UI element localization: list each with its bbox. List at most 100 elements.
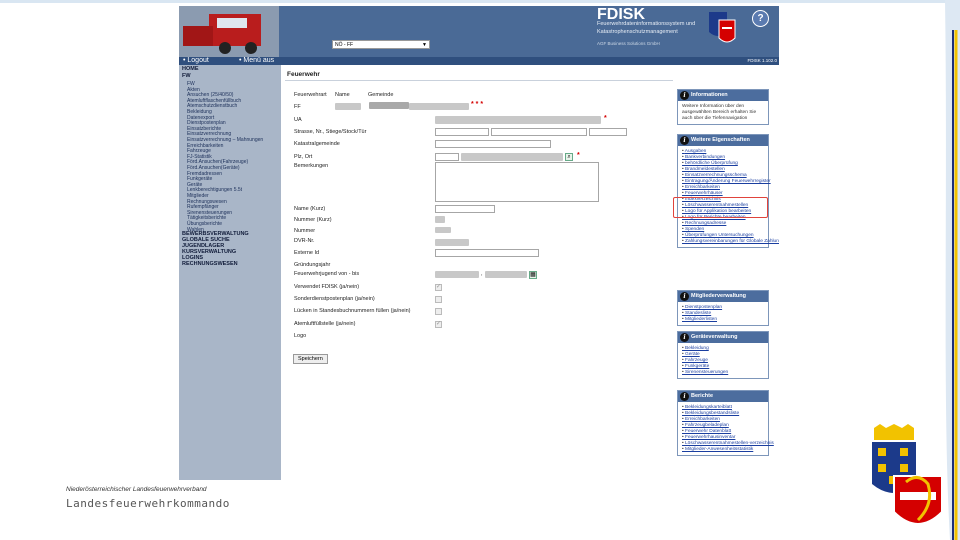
page-title: Feuerwehr	[287, 71, 320, 78]
label-number: Nummer	[294, 228, 316, 234]
label-number-short: Nummer (Kurz)	[294, 217, 332, 223]
label-founding-year: Gründungsjahr	[294, 262, 331, 268]
col-head-name: Name	[335, 92, 350, 98]
info-icon: i	[680, 91, 689, 100]
redacted-value	[409, 103, 469, 110]
label-name-short: Name (Kurz)	[294, 206, 326, 212]
devices-link-4[interactable]: Sirenensteuerungen	[682, 370, 766, 376]
street-number-input[interactable]	[491, 128, 587, 136]
save-button[interactable]: Speichern	[293, 354, 328, 364]
required-marker: *	[577, 152, 580, 159]
title-divider	[285, 80, 673, 81]
ff-select-value: NÖ - FF	[335, 42, 354, 48]
slide-top-line	[0, 0, 960, 3]
special-posts-checkbox[interactable]	[435, 296, 442, 303]
required-marker: * * *	[471, 101, 484, 108]
reports-box-title: Berichte	[691, 393, 714, 399]
footer-command: Landesfeuerwehrkommando	[66, 497, 230, 510]
door-input[interactable]	[589, 128, 627, 136]
ua-field[interactable]	[435, 116, 601, 124]
properties-box-title: Weitere Eigenschaften	[691, 137, 750, 143]
youth-from-input[interactable]	[435, 271, 479, 278]
external-id-input[interactable]	[435, 249, 539, 257]
label-street: Strasse, Nr., Stiege/Stock/Tür	[294, 129, 367, 135]
company-name: AGF Business Solutions GmbH	[597, 41, 660, 46]
help-button[interactable]: ?	[752, 10, 769, 27]
info-box: i Informationen Weitere Information über …	[677, 89, 769, 125]
properties-link-15[interactable]: Zahlungsvereinbarungen für Globale Zahlu…	[682, 239, 779, 245]
label-fill-gaps: Lücken in Standesbuchnummern füllen (ja/…	[294, 308, 411, 314]
fdisk-screenshot: FDISK Feuerwehrdateninformationssystem u…	[179, 6, 779, 480]
sidebar-item-fw[interactable]: FW	[182, 73, 191, 79]
redacted-value	[435, 227, 451, 233]
sidebar-item-section-5[interactable]: RECHNUNGSWESEN	[182, 261, 238, 267]
plz-input[interactable]	[435, 153, 459, 161]
info-text: Weitere Information über den ausgewählte…	[682, 104, 757, 121]
calendar-icon[interactable]: ▦	[529, 271, 537, 279]
uses-fdisk-checkbox[interactable]: ✓	[435, 284, 442, 291]
label-youth: Feuerwehrjugend von - bis	[294, 271, 360, 277]
notes-textarea[interactable]	[435, 162, 599, 202]
label-dvr: DVR-Nr.	[294, 238, 315, 244]
right-panel: i Informationen Weitere Information über …	[673, 65, 779, 480]
menu-toggle-link[interactable]: • Menü aus	[239, 57, 274, 65]
fill-gaps-checkbox[interactable]	[435, 308, 442, 315]
label-special-posts: Sonderdienstpostenplan (ja/nein)	[294, 296, 375, 302]
redacted-value	[435, 216, 445, 223]
katastral-input[interactable]	[435, 140, 551, 148]
info-icon: i	[680, 136, 689, 145]
street-input[interactable]	[435, 128, 489, 136]
info-box-title: Informationen	[691, 92, 728, 98]
col-head-municipality: Gemeinde	[368, 92, 394, 98]
sidebar-item-home[interactable]: HOME	[182, 66, 199, 72]
logout-link[interactable]: • Logout	[183, 57, 209, 65]
properties-box: iWeitere Eigenschaften AusgabenBankverbi…	[677, 134, 779, 248]
highlight-frame	[673, 197, 768, 218]
label-ua: UA	[294, 117, 302, 123]
reports-link-7[interactable]: Mitglieder-Anwesenheitsstatistik	[682, 447, 766, 453]
info-icon: i	[680, 333, 689, 342]
label-external-id: Externe Id	[294, 250, 320, 256]
fire-truck-image	[179, 6, 279, 57]
col-head-type: Feuerwehrart	[294, 92, 327, 98]
members-link-2[interactable]: Mitgliederlisten	[682, 317, 766, 323]
info-icon: i	[680, 392, 689, 401]
reports-box: iBerichte BekleidungskarteiblattBekleidu…	[677, 390, 774, 456]
label-katastral: Katastralgemeinde	[294, 141, 340, 147]
footer-organisation: Niederösterreichischer Landesfeuerwehrve…	[66, 486, 207, 493]
label-ff: FF	[294, 104, 301, 110]
breathing-station-checkbox[interactable]: ✓	[435, 321, 442, 328]
label-breathing-station: Atemluftfüllstelle (ja/nein)	[294, 321, 356, 327]
label-plz: Plz, Ort	[294, 154, 313, 160]
youth-separator: ,	[481, 271, 483, 277]
required-marker: *	[604, 115, 607, 122]
chevron-down-icon: ▼	[422, 42, 427, 48]
devices-links: BekleidungGeräteFahrzeugeFunkgeräteSiren…	[678, 343, 768, 378]
youth-to-input[interactable]	[485, 271, 527, 278]
version-label: FDISK 1.102.0	[747, 58, 777, 63]
search-icon[interactable]: ⌕	[565, 153, 573, 161]
label-logo: Logo	[294, 333, 307, 339]
members-box: iMitgliederverwaltung DienstpostenplanSt…	[677, 290, 769, 326]
redacted-value	[435, 239, 469, 246]
members-box-title: Mitgliederverwaltung	[691, 293, 747, 299]
header-crest-icon	[709, 12, 736, 43]
devices-box-title: Geräteverwaltung	[691, 334, 738, 340]
sidebar: HOME FW FW Akten Ansuchen (25/40/50) Atemlu…	[179, 65, 281, 480]
label-uses-fdisk: Verwendet FDISK (ja/nein)	[294, 284, 360, 290]
lower-austria-crest-logo	[872, 424, 943, 525]
app-header: FDISK Feuerwehrdateninformationssystem u…	[179, 6, 779, 57]
redacted-value	[369, 102, 409, 109]
brand-subtitle: Feuerwehrdateninformationssystem und Kat…	[597, 21, 696, 35]
label-notes: Bemerkungen	[294, 163, 329, 169]
info-icon: i	[680, 292, 689, 301]
main-form: Feuerwehr Feuerwehrart Name Gemeinde FF …	[281, 65, 677, 480]
members-links: DienstpostenplanStandeslisteMitgliederli…	[678, 302, 768, 325]
city-input[interactable]	[461, 153, 563, 161]
ff-select-dropdown[interactable]: NÖ - FF ▼	[332, 40, 430, 49]
nav-bar: • Logout • Menü aus FDISK 1.102.0	[179, 57, 779, 65]
reports-links: BekleidungskarteiblattBekleidungsbestand…	[678, 402, 774, 455]
devices-box: iGeräteverwaltung BekleidungGeräteFahrze…	[677, 331, 769, 379]
name-short-input[interactable]	[435, 205, 495, 213]
redacted-value	[335, 103, 361, 110]
